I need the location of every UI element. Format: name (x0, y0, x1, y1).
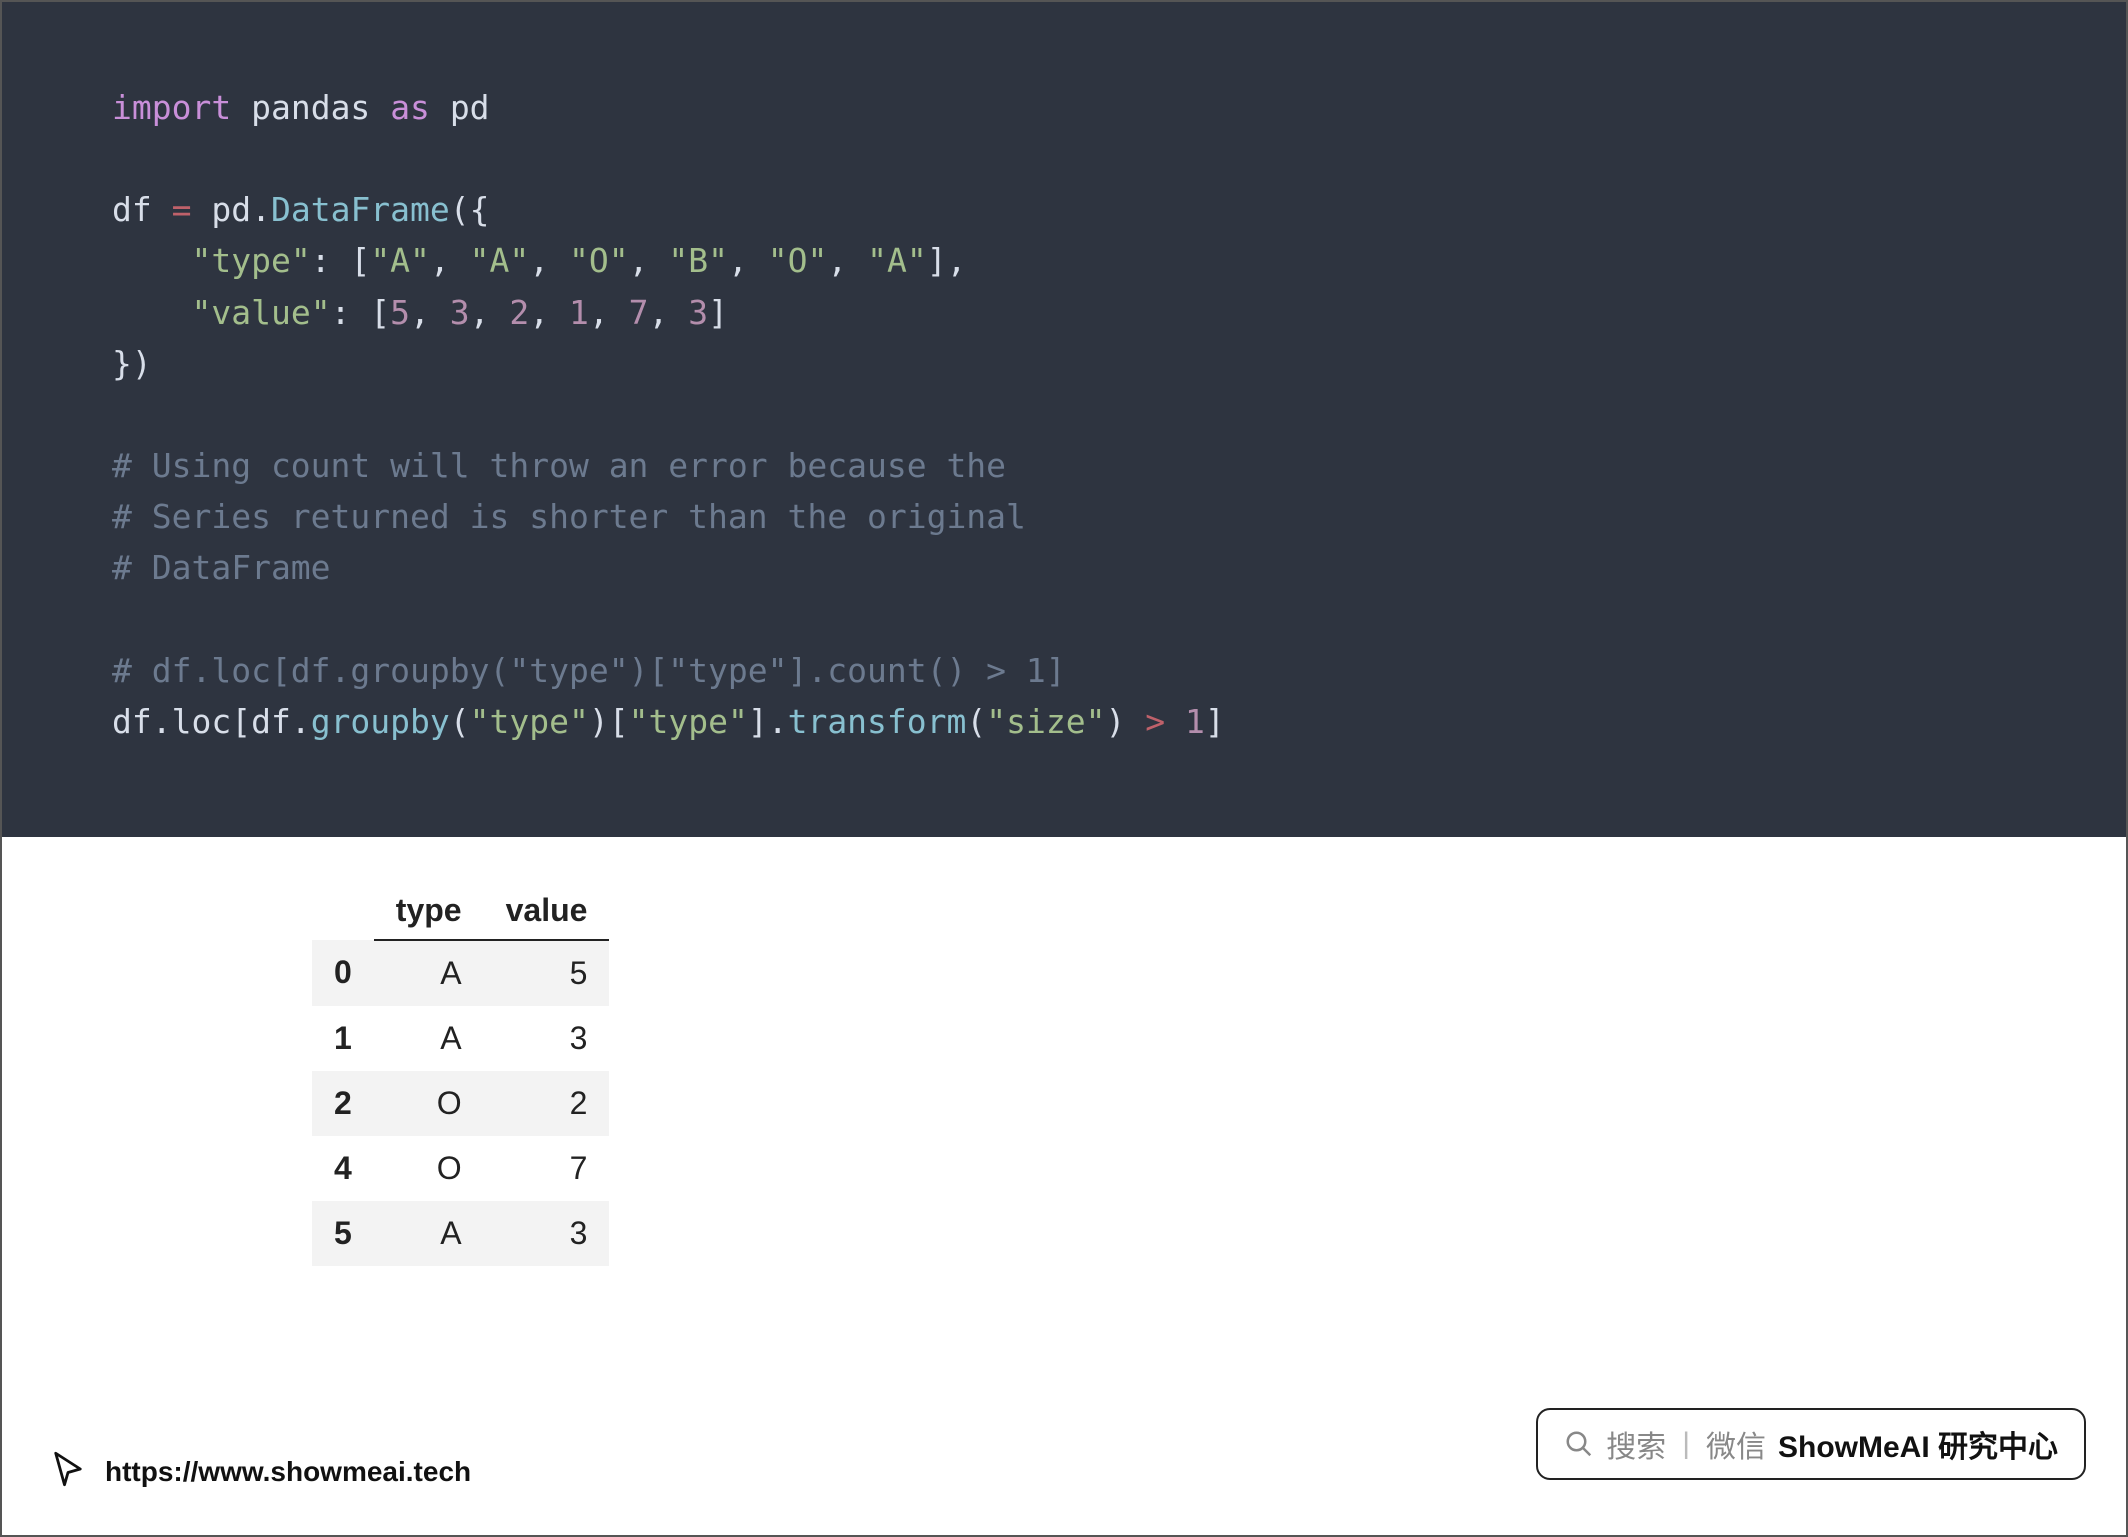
output-area: type value 0A51A32O24O75A3 https://www.s… (2, 837, 2126, 1535)
cursor-icon (47, 1448, 89, 1495)
table-row: 5A3 (312, 1201, 609, 1266)
footer-link: https://www.showmeai.tech (47, 1448, 471, 1495)
row-index: 4 (312, 1136, 374, 1201)
table-index-header (312, 882, 374, 940)
separator: | (1682, 1427, 1690, 1461)
row-index: 2 (312, 1071, 374, 1136)
cell-value: 7 (484, 1136, 610, 1201)
table-row: 4O7 (312, 1136, 609, 1201)
cell-type: A (374, 1006, 484, 1071)
table-row: 0A5 (312, 940, 609, 1006)
cell-type: A (374, 940, 484, 1006)
wechat-label: 微信 (1706, 1422, 1766, 1466)
cell-value: 3 (484, 1201, 610, 1266)
output-dataframe: type value 0A51A32O24O75A3 (312, 882, 609, 1266)
cell-type: O (374, 1136, 484, 1201)
cell-value: 5 (484, 940, 610, 1006)
search-icon (1564, 1429, 1594, 1459)
table-row: 2O2 (312, 1071, 609, 1136)
row-index: 1 (312, 1006, 374, 1071)
cell-type: A (374, 1201, 484, 1266)
search-widget[interactable]: 搜索 | 微信 ShowMeAI 研究中心 (1536, 1408, 2086, 1480)
brand-name: ShowMeAI 研究中心 (1778, 1422, 2058, 1466)
cell-value: 3 (484, 1006, 610, 1071)
row-index: 0 (312, 940, 374, 1006)
search-label: 搜索 (1606, 1422, 1666, 1466)
table-col-header: type (374, 882, 484, 940)
code-block: import pandas as pd df = pd.DataFrame({ … (2, 2, 2126, 837)
row-index: 5 (312, 1201, 374, 1266)
cell-value: 2 (484, 1071, 610, 1136)
footer-url: https://www.showmeai.tech (105, 1456, 471, 1488)
cell-type: O (374, 1071, 484, 1136)
table-row: 1A3 (312, 1006, 609, 1071)
table-col-header: value (484, 882, 610, 940)
